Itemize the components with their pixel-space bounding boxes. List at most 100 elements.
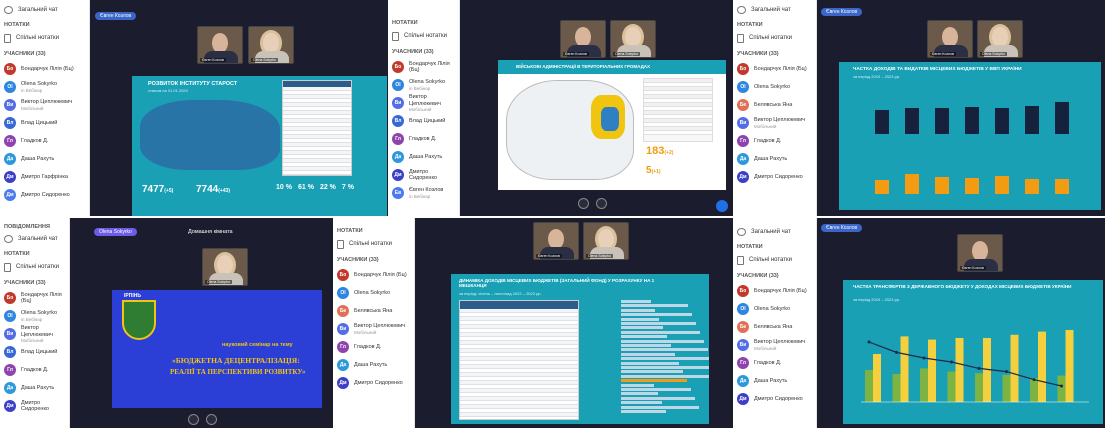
notes-icon bbox=[4, 33, 11, 43]
participant-item[interactable]: Ви Виктор Цеплюкевич Мобільний bbox=[737, 336, 812, 354]
participant-item[interactable]: Гл Гладков Д. bbox=[392, 130, 455, 148]
participant-item[interactable]: Бо Бондарчук Лілія (Бц) bbox=[4, 289, 65, 307]
general-chat-item[interactable]: Загальний чат bbox=[4, 4, 85, 16]
participant-item[interactable]: Ol Olena Sokyrko bbox=[337, 284, 410, 302]
participant-item[interactable]: Бо Бондарчук Лілія (Бц) bbox=[737, 282, 812, 300]
participant-item[interactable]: Бо Бондарчук Лілія (Бц) bbox=[737, 60, 812, 78]
participant-item[interactable]: Ви Виктор Цеплюкевич Мобільний bbox=[737, 114, 812, 132]
participant-item[interactable]: Дм Дмитро Сидоренко bbox=[337, 374, 410, 392]
chart-bar bbox=[995, 176, 1009, 194]
participant-item[interactable]: Вл Влад Цицький bbox=[392, 112, 455, 130]
participant-item[interactable]: Ви Виктор Цеплюкевич Мобільний bbox=[392, 94, 455, 112]
participant-item[interactable]: Да Даша Рахуть bbox=[4, 150, 85, 168]
general-chat-item[interactable]: Загальний чат bbox=[4, 233, 65, 245]
participant-item[interactable]: Ol Olena Sokyrko in Вебінар bbox=[4, 307, 65, 325]
participant-item[interactable]: Ol Olena Sokyrko bbox=[737, 300, 812, 318]
participant-item[interactable]: Вл Влад Цицький bbox=[4, 343, 65, 361]
shared-notes-item[interactable]: Спільні нотатки bbox=[4, 260, 65, 274]
participant-info: Olena Sokyrko in Вебінар bbox=[409, 79, 445, 90]
avatar: Вл bbox=[4, 346, 16, 358]
avatar: Гл bbox=[4, 364, 16, 376]
participant-info: Olena Sokyrko bbox=[754, 306, 790, 312]
participant-item[interactable]: Ви Виктор Цеплюкевич Мобільний bbox=[4, 325, 65, 343]
avatar: Бе bbox=[337, 305, 349, 317]
avatar: Дм bbox=[4, 171, 16, 183]
participant-item[interactable]: Да Даша Рахуть bbox=[737, 150, 812, 168]
participant-name: Дмитро Сидоренко bbox=[754, 395, 803, 402]
avatar: Гл bbox=[392, 133, 404, 145]
participant-info: Olena Sokyrko in Вебінар bbox=[21, 81, 57, 92]
avatar: Дм bbox=[737, 393, 749, 405]
participant-item[interactable]: Вл Влад Цицький bbox=[4, 114, 85, 132]
participant-item[interactable]: Гл Гладков Д. bbox=[4, 132, 85, 150]
participant-item[interactable]: Дм Дмитро Сидоренко bbox=[392, 166, 455, 184]
participant-item[interactable]: Бо Бондарчук Лілія (Бц) bbox=[4, 60, 85, 78]
table-row bbox=[644, 131, 712, 135]
chart-bar bbox=[621, 383, 654, 387]
participant-item[interactable]: Да Даша Рахуть bbox=[4, 379, 65, 397]
participant-info: Бондарчук Лілія (Бц) bbox=[754, 288, 807, 294]
participant-info: Влад Цицький bbox=[409, 118, 445, 124]
host-camera: Євген Козлов bbox=[533, 222, 579, 260]
actions-button[interactable] bbox=[716, 200, 728, 212]
participant-item[interactable]: Да Даша Рахуть bbox=[392, 148, 455, 166]
camera-button[interactable] bbox=[206, 414, 217, 425]
participant-name: Olena Sokyrko bbox=[409, 79, 446, 86]
microphone-button[interactable] bbox=[188, 414, 199, 425]
chart-bar-green bbox=[920, 368, 928, 402]
participant-item[interactable]: Гл Гладков Д. bbox=[737, 132, 812, 150]
participant-name: Даша Рахуть bbox=[409, 153, 443, 160]
chart-bar-green bbox=[892, 374, 901, 402]
general-chat-item[interactable]: Загальний чат bbox=[737, 226, 812, 238]
shared-notes-item[interactable]: Спільні нотатки bbox=[737, 31, 812, 45]
slide-transfers-share: ЧАСТКА ТРАНСФЕРТІВ З ДЕРЖАВНОГО БЮДЖЕТУ … bbox=[843, 280, 1103, 424]
participant-item[interactable]: Дм Дмитро Гарфрінка bbox=[4, 168, 85, 186]
avatar: Ви bbox=[4, 328, 16, 340]
chart-bar-yellow bbox=[928, 339, 936, 402]
notes-header: НОТАТКИ bbox=[737, 244, 763, 250]
avatar: Бо bbox=[737, 285, 749, 297]
participant-item[interactable]: Да Даша Рахуть bbox=[337, 356, 410, 374]
shared-notes-item[interactable]: Спільні нотатки bbox=[392, 29, 455, 43]
participant-item[interactable]: Бе Белявська Яна bbox=[737, 96, 812, 114]
notes-icon bbox=[337, 239, 344, 249]
shared-notes-item[interactable]: Спільні нотатки bbox=[737, 253, 812, 267]
participant-item[interactable]: Бе Белявська Яна bbox=[737, 318, 812, 336]
participant-item[interactable]: Ol Olena Sokyrko bbox=[737, 78, 812, 96]
slide-title: РОЗВИТОК ІНСТИТУТУ СТАРОСТ bbox=[148, 81, 238, 87]
participant-item[interactable]: Дм Дмитро Сидоренко bbox=[4, 397, 65, 415]
avatar: Да bbox=[737, 153, 749, 165]
participant-item[interactable]: Дм Дмитро Сидоренко bbox=[4, 186, 85, 204]
participant-item[interactable]: Бе Белявська Яна bbox=[337, 302, 410, 320]
host-camera: Євген Козлов bbox=[197, 26, 243, 64]
stat-admins: 183(+2) bbox=[646, 145, 674, 157]
participant-item[interactable]: Дм Дмитро Сидоренко bbox=[737, 390, 812, 408]
participant-item[interactable]: Ев Євген Козлов in Вебінар bbox=[392, 184, 455, 202]
participant-item[interactable]: Ви Виктор Цеплюкевич Мобільний bbox=[337, 320, 410, 338]
stat-starostas: 7477(+5) bbox=[142, 184, 174, 195]
participant-item[interactable]: Гл Гладков Д. bbox=[737, 354, 812, 372]
shared-notes-item[interactable]: Спільні нотатки bbox=[337, 237, 410, 251]
participant-item[interactable]: Ol Olena Sokyrko in Вебінар bbox=[392, 76, 455, 94]
participant-item[interactable]: Бо Бондарчук Лілія (Бц) bbox=[337, 266, 410, 284]
participant-item[interactable]: Гл Гладков Д. bbox=[4, 361, 65, 379]
participant-item[interactable]: Ol Olena Sokyrko in Вебінар bbox=[4, 78, 85, 96]
participant-info: Дмитро Сидоренко bbox=[354, 380, 403, 386]
participant-item[interactable]: Да Даша Рахуть bbox=[737, 372, 812, 390]
microphone-button[interactable] bbox=[578, 198, 589, 209]
participant-item[interactable]: Ви Виктор Цеплюкевич Мобільний bbox=[4, 96, 85, 114]
participant-info: Бондарчук Лілія (Бц) bbox=[409, 61, 455, 73]
shared-notes-item[interactable]: Спільні нотатки bbox=[4, 31, 85, 45]
participant-item[interactable]: Гл Гладков Д. bbox=[337, 338, 410, 356]
participant-name: Влад Цицький bbox=[21, 348, 58, 355]
chart-bar bbox=[935, 107, 949, 134]
general-chat-item[interactable]: Загальний чат bbox=[737, 4, 812, 16]
guest-badge: Olena Sokyrko bbox=[94, 228, 137, 236]
guest-camera: Olena Sokyrko bbox=[583, 222, 629, 260]
participant-info: Виктор Цеплюкевич Мобільний bbox=[754, 339, 805, 350]
camera-button[interactable] bbox=[596, 198, 607, 209]
participant-item[interactable]: Дм Дмитро Сидоренко bbox=[737, 168, 812, 186]
participant-item[interactable]: Бо Бондарчук Лілія (Бц) bbox=[392, 58, 455, 76]
participants-list: Бо Бондарчук Лілія (Бц) Ol Olena Sokyrko Бе Б… bbox=[737, 282, 812, 408]
participant-name: Влад Цицький bbox=[21, 119, 58, 126]
